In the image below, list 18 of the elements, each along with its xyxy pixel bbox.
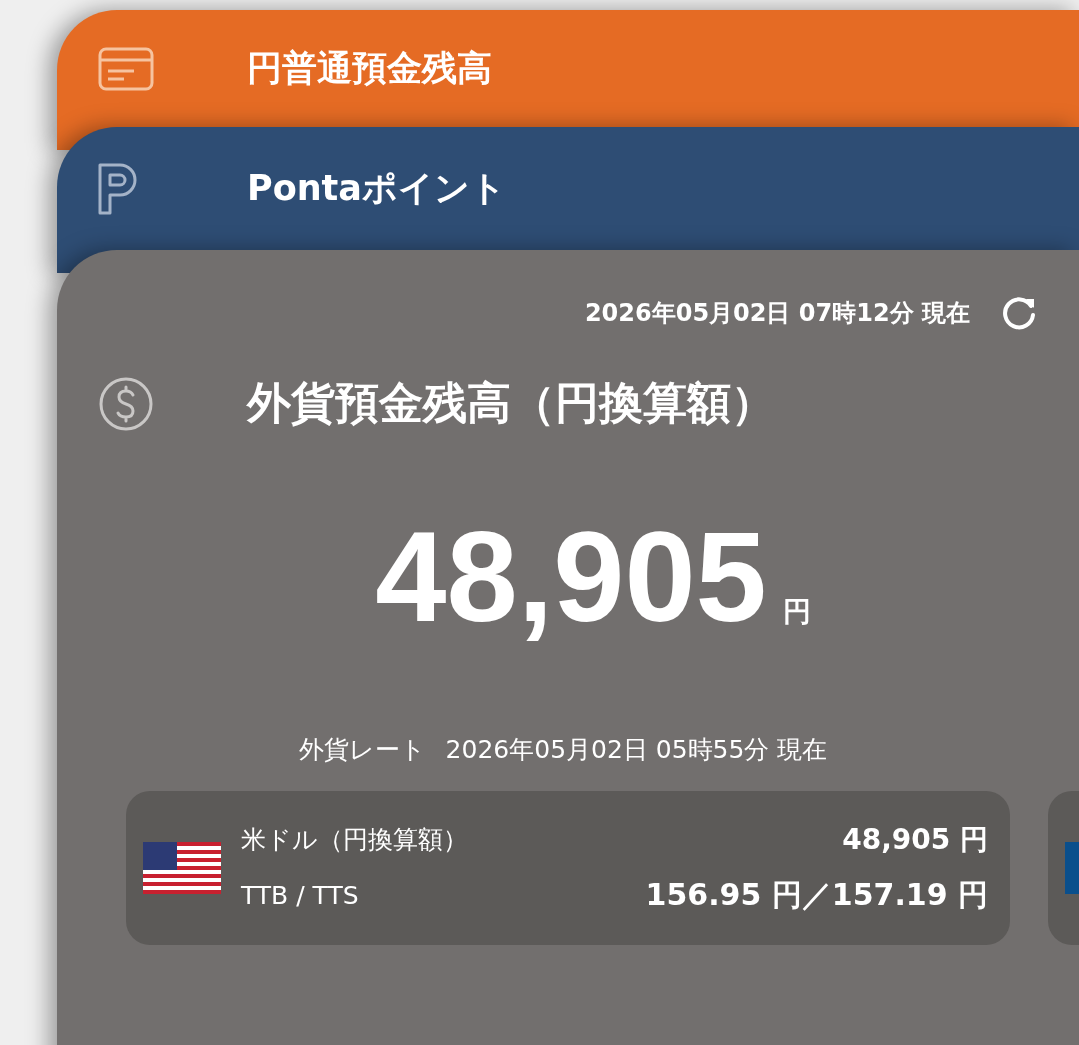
dollar-icon xyxy=(98,375,154,432)
currency-card[interactable]: 米ドル（円換算額） 48,905 円 TTB / TTS 156.95 円／157.19 円 xyxy=(126,791,1010,945)
currency-amount: 48,905 円 xyxy=(842,821,988,858)
exchange-rates: 156.95 円／157.19 円 xyxy=(645,875,988,914)
flag-icon xyxy=(143,842,221,894)
currency-unit: 円 xyxy=(782,594,811,630)
account-title: Pontaポイント xyxy=(247,167,506,210)
card-icon xyxy=(98,46,154,91)
updated-time: 2026年05月02日 07時12分 現在 xyxy=(584,298,970,329)
refresh-icon[interactable] xyxy=(1000,294,1038,332)
rate-label: 外貨レート xyxy=(298,734,426,766)
rate-type: TTB / TTS xyxy=(241,880,359,910)
total-amount: 48,905 xyxy=(375,513,767,641)
p-letter-icon xyxy=(98,162,138,215)
account-title: 円普通預金残高 xyxy=(247,47,492,90)
rate-time: 2026年05月02日 05時55分 現在 xyxy=(445,734,828,766)
section-title: 外貨預金残高（円換算額） xyxy=(247,376,775,430)
currency-name: 米ドル（円換算額） xyxy=(241,824,468,856)
